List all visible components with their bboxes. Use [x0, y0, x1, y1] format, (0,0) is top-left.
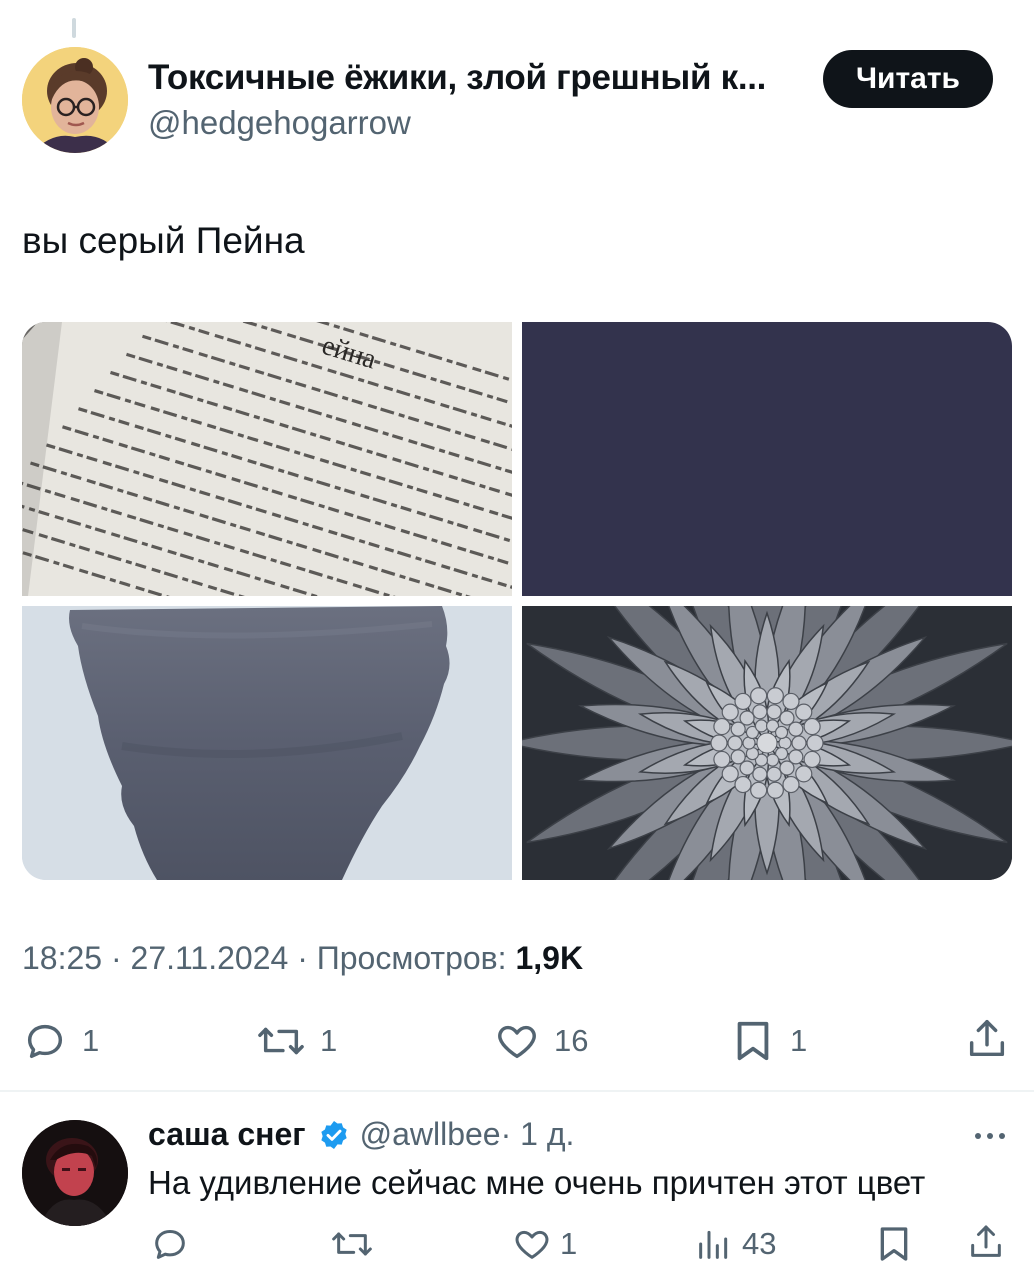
- reply-retweet-action[interactable]: [330, 1224, 374, 1264]
- heart-icon: [515, 1230, 549, 1259]
- divider: [0, 1090, 1034, 1092]
- meta-separator: ·: [288, 940, 317, 976]
- verified-badge-icon: [320, 1120, 347, 1149]
- meta-separator: ·: [102, 940, 131, 976]
- paynes-grey-swatch[interactable]: [522, 322, 1012, 596]
- reply-like-count: 1: [560, 1226, 578, 1261]
- reply-author-avatar[interactable]: [22, 1120, 128, 1226]
- book-page-photo[interactable]: ейна: [22, 322, 512, 596]
- reply-icon: [27, 1024, 63, 1059]
- reply-text: На удивление сейчас мне очень причтен эт…: [148, 1164, 926, 1201]
- thread-connector-line: [72, 18, 76, 38]
- reply-header: саша снег @awllbee · 1 д.: [148, 1116, 574, 1153]
- reply-reply-action[interactable]: [150, 1224, 190, 1264]
- reply-author-name[interactable]: саша снег: [148, 1116, 306, 1153]
- reply-like-action[interactable]: 1: [512, 1224, 577, 1264]
- watercolor-swatch-photo[interactable]: [22, 606, 512, 880]
- reply-action[interactable]: 1: [22, 1018, 99, 1064]
- reply-time[interactable]: · 1 д.: [501, 1116, 575, 1153]
- reply-views-action[interactable]: 43: [694, 1224, 776, 1264]
- reply-count: 1: [82, 1023, 100, 1058]
- like-action[interactable]: 16: [494, 1018, 588, 1064]
- reply-share-action[interactable]: [966, 1222, 1006, 1262]
- heart-icon: [498, 1025, 536, 1059]
- share-icon: [971, 1225, 1001, 1257]
- reply-author-handle[interactable]: @awllbee: [360, 1116, 501, 1153]
- share-action[interactable]: [964, 1016, 1010, 1062]
- reply-icon: [155, 1230, 185, 1259]
- author-name[interactable]: Токсичные ёжики, злой грешный к...: [148, 58, 808, 98]
- views-label: Просмотров:: [316, 940, 507, 976]
- author-avatar[interactable]: [22, 47, 128, 153]
- like-count: 16: [554, 1023, 589, 1058]
- bookmark-action[interactable]: 1: [730, 1018, 807, 1064]
- author-handle[interactable]: @hedgehogarrow: [148, 104, 411, 142]
- reply-views-count: 43: [742, 1226, 777, 1261]
- more-options-icon[interactable]: [970, 1126, 1010, 1151]
- retweet-icon: [258, 1027, 304, 1055]
- tweet-date[interactable]: 27.11.2024: [131, 940, 289, 976]
- analytics-icon: [699, 1230, 728, 1259]
- tweet-meta: 18:25 · 27.11.2024 · Просмотров: 1,9K: [22, 940, 583, 977]
- tweet-time[interactable]: 18:25: [22, 940, 102, 976]
- bookmark-count: 1: [790, 1023, 808, 1058]
- media-grid: ейна: [22, 322, 1012, 880]
- retweet-action[interactable]: 1: [256, 1018, 337, 1064]
- retweet-icon: [332, 1232, 372, 1256]
- bookmark-icon: [737, 1021, 769, 1061]
- grey-flower-sculpture-image[interactable]: [522, 606, 1012, 880]
- follow-button[interactable]: Читать: [823, 50, 993, 108]
- tweet-text: вы серый Пейна: [22, 220, 305, 261]
- views-count: 1,9K: [515, 940, 584, 976]
- bookmark-icon: [880, 1227, 908, 1261]
- retweet-count: 1: [320, 1023, 338, 1058]
- reply-bookmark-action[interactable]: [874, 1224, 914, 1264]
- share-icon: [969, 1020, 1005, 1057]
